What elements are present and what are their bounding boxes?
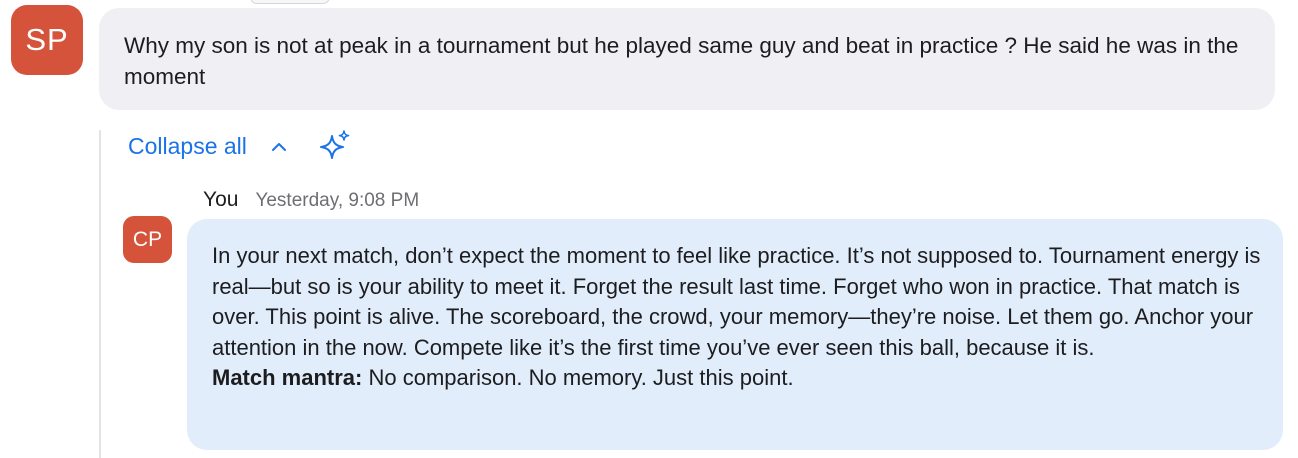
avatar-initials: CP bbox=[132, 227, 163, 251]
mantra-text: No comparison. No memory. Just this poin… bbox=[362, 365, 794, 390]
reply-mantra: Match mantra: No comparison. No memory. … bbox=[212, 363, 1263, 394]
chat-thread: SP Why my son is not at peak in a tourna… bbox=[0, 0, 1298, 458]
reply-meta: You Yesterday, 9:08 PM bbox=[203, 188, 419, 212]
collapse-row: Collapse all bbox=[128, 128, 353, 164]
sparkle-icon[interactable] bbox=[317, 128, 353, 164]
collapse-all-button[interactable]: Collapse all bbox=[128, 133, 247, 160]
chevron-up-icon[interactable] bbox=[269, 136, 289, 156]
clipped-pill bbox=[250, 0, 330, 4]
reply-timestamp: Yesterday, 9:08 PM bbox=[255, 190, 420, 211]
reply-author: You bbox=[203, 188, 239, 211]
reply-body: In your next match, don’t expect the mom… bbox=[212, 243, 1261, 360]
clipped-previous-message bbox=[150, 0, 670, 4]
question-text: Why my son is not at peak in a tournamen… bbox=[124, 33, 1239, 89]
avatar[interactable]: CP bbox=[123, 216, 172, 263]
thread-line bbox=[99, 130, 101, 458]
question-bubble[interactable]: Why my son is not at peak in a tournamen… bbox=[99, 8, 1275, 110]
reply-bubble[interactable]: In your next match, don’t expect the mom… bbox=[187, 219, 1283, 450]
mantra-label: Match mantra: bbox=[212, 365, 363, 390]
avatar-initials: SP bbox=[25, 22, 69, 57]
avatar[interactable]: SP bbox=[11, 5, 83, 75]
